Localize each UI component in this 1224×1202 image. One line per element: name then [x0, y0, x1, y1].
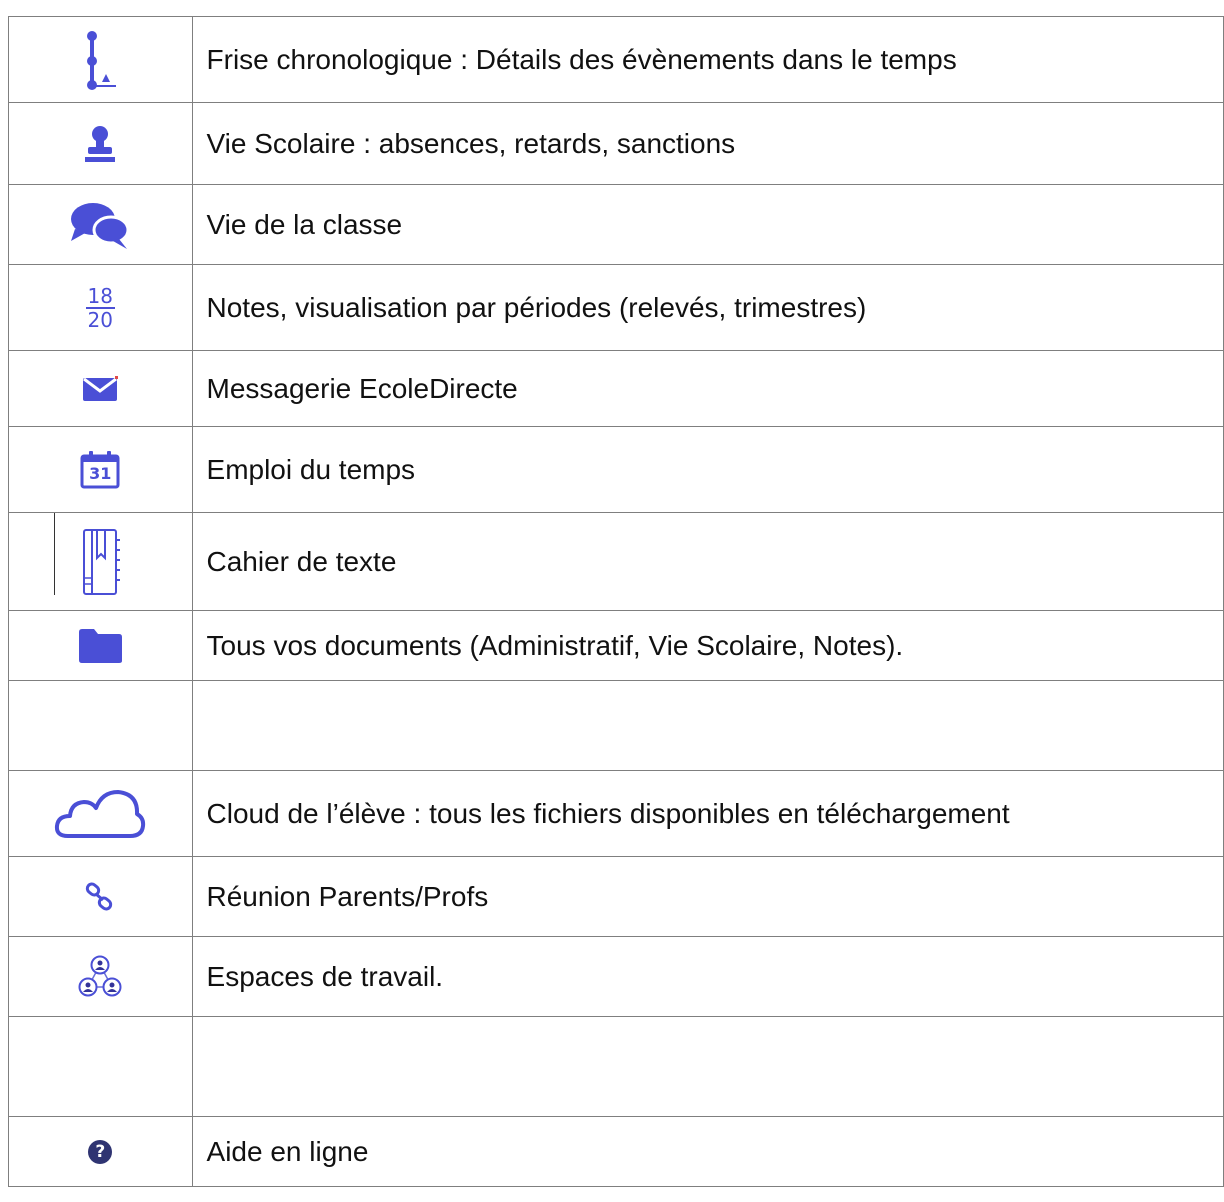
table-row: Messagerie EcoleDirecte [8, 350, 1224, 427]
table-row: Vie Scolaire : absences, retards, sancti… [8, 102, 1224, 185]
icon-cell [8, 350, 193, 427]
row-label [191, 1016, 1224, 1117]
icon-cell: ? [8, 1116, 193, 1187]
icon-cell [8, 680, 193, 771]
icon-legend-table: Frise chronologique : Détails des évènem… [8, 16, 1224, 1187]
row-label: Cloud de l’élève : tous les fichiers dis… [191, 770, 1224, 857]
icon-cell: 31 [8, 426, 193, 513]
icon-cell [8, 770, 193, 857]
row-label: Notes, visualisation par périodes (relev… [191, 264, 1224, 351]
stamp-icon [82, 125, 118, 163]
row-label: Aide en ligne [191, 1116, 1224, 1187]
folder-icon [77, 628, 123, 664]
row-label: Vie Scolaire : absences, retards, sancti… [191, 102, 1224, 185]
table-row: ? Aide en ligne [8, 1116, 1224, 1187]
row-label: Vie de la classe [191, 184, 1224, 265]
table-row: Espaces de travail. [8, 936, 1224, 1017]
timeline-icon [80, 30, 120, 90]
table-row [8, 680, 1224, 771]
icon-cell: 18 20 [8, 264, 193, 351]
icon-cell [8, 16, 193, 103]
row-label: Cahier de texte [191, 512, 1224, 611]
table-row: Réunion Parents/Profs [8, 856, 1224, 937]
row-label: Emploi du temps [191, 426, 1224, 513]
icon-cell [8, 936, 193, 1017]
grades-fraction-icon: 18 20 [85, 283, 115, 332]
fraction-numerator: 18 [85, 283, 115, 309]
calendar-day-number: 31 [89, 463, 112, 483]
icon-cell [8, 856, 193, 937]
notebook-icon [80, 528, 121, 596]
icon-cell [8, 1016, 193, 1117]
row-label: Réunion Parents/Profs [191, 856, 1224, 937]
envelope-icon [82, 375, 119, 402]
row-label: Tous vos documents (Administratif, Vie S… [191, 610, 1224, 681]
table-row: Vie de la classe [8, 184, 1224, 265]
table-row: Cloud de l’élève : tous les fichiers dis… [8, 770, 1224, 857]
link-icon [85, 882, 115, 912]
row-label: Espaces de travail. [191, 936, 1224, 1017]
table-row: Cahier de texte [8, 512, 1224, 611]
group-workspace-icon [76, 955, 124, 999]
icon-cell [8, 610, 193, 681]
icon-cell [8, 184, 193, 265]
chat-bubbles-icon [69, 199, 131, 251]
calendar-icon: 31 [80, 450, 120, 489]
table-row: Frise chronologique : Détails des évènem… [8, 16, 1224, 103]
help-icon: ? [88, 1139, 113, 1164]
row-label: Frise chronologique : Détails des évènem… [191, 16, 1224, 103]
cloud-icon [54, 788, 146, 840]
icon-cell [8, 512, 193, 611]
help-glyph: ? [95, 1141, 106, 1162]
row-label: Messagerie EcoleDirecte [191, 350, 1224, 427]
icon-cell [8, 102, 193, 185]
table-row: Tous vos documents (Administratif, Vie S… [8, 610, 1224, 681]
fraction-denominator: 20 [87, 307, 113, 332]
table-row [8, 1016, 1224, 1117]
table-row: 31 Emploi du temps [8, 426, 1224, 513]
table-row: 18 20 Notes, visualisation par périodes … [8, 264, 1224, 351]
row-label [191, 680, 1224, 771]
